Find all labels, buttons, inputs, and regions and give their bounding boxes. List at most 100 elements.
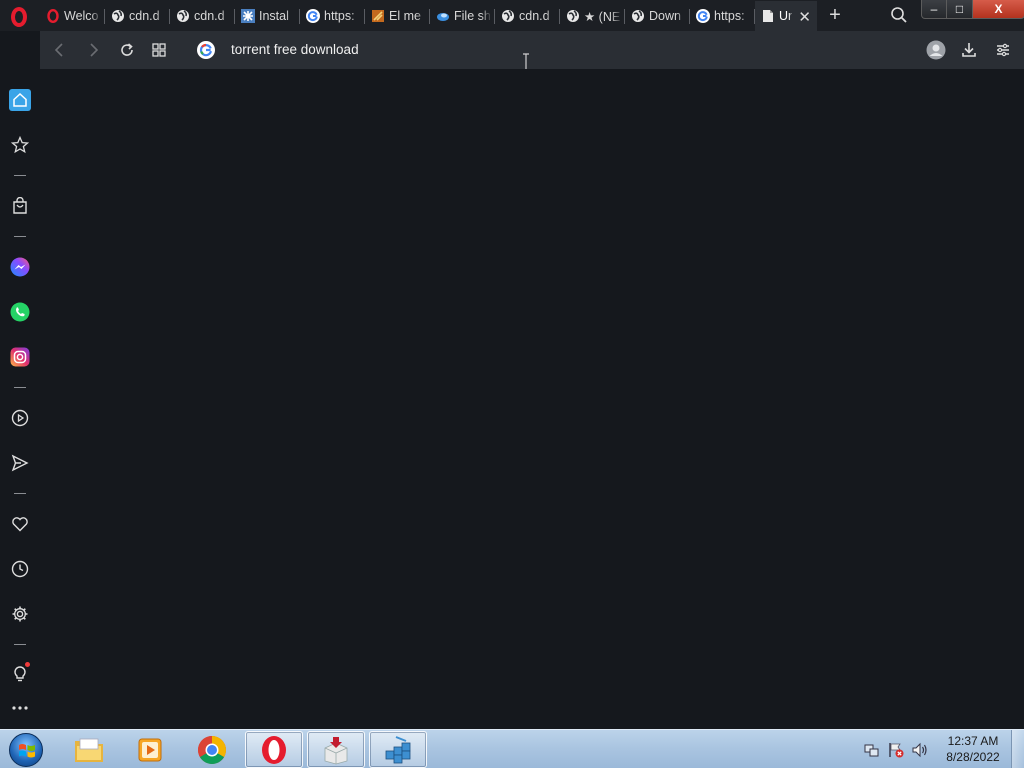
minimize-button[interactable]: –: [921, 0, 947, 19]
sidebar-divider: [14, 175, 26, 176]
globe-icon: [111, 9, 125, 23]
window-controls: – □ X: [921, 0, 1024, 20]
taskbar-registry-editor[interactable]: [369, 731, 427, 768]
tab[interactable]: El me: [365, 1, 430, 31]
globe-icon: [176, 9, 190, 23]
sidebar-divider: [14, 387, 26, 388]
clock-time: 12:37 AM: [947, 734, 999, 748]
tab[interactable]: Welco: [40, 1, 105, 31]
tab-title: Welco: [64, 9, 99, 23]
tab[interactable]: cdn.d: [495, 1, 560, 31]
tab-title: https:: [324, 9, 355, 23]
media-player-icon: [138, 738, 162, 761]
history-clock-icon[interactable]: [8, 557, 32, 581]
taskbar-installer[interactable]: [307, 731, 365, 768]
tab-active[interactable]: Ur ✕: [755, 1, 817, 31]
globe-icon: [566, 9, 580, 23]
more-options-icon[interactable]: [8, 696, 32, 720]
tab[interactable]: Down: [625, 1, 690, 31]
sidebar-divider: [14, 493, 26, 494]
forward-icon[interactable]: [83, 40, 103, 60]
tab[interactable]: Instal: [235, 1, 300, 31]
taskbar-chrome[interactable]: [183, 731, 241, 768]
system-tray: [862, 738, 930, 762]
my-flow-send-icon[interactable]: [8, 451, 32, 475]
windows-logo-icon: [9, 732, 43, 767]
tab-title: https:: [714, 9, 745, 23]
whatsapp-icon[interactable]: [8, 300, 32, 324]
tips-lightbulb-icon[interactable]: [8, 662, 32, 686]
google-search-icon: [197, 41, 215, 59]
reload-icon[interactable]: [117, 40, 137, 60]
tab[interactable]: https:: [300, 1, 365, 31]
sidebar: [0, 69, 40, 729]
profile-avatar-icon[interactable]: [926, 40, 946, 60]
taskbar: 12:37 AM 8/28/2022: [0, 729, 1024, 768]
bookmarks-icon[interactable]: [8, 133, 32, 157]
sidebar-divider: [14, 236, 26, 237]
page-icon: [761, 9, 775, 23]
tab-strip: Welco cdn.d cdn.d Instal https: El me Fi…: [0, 0, 1024, 31]
new-tab-button[interactable]: +: [824, 4, 846, 26]
taskbar-windows-explorer[interactable]: [60, 731, 118, 768]
tab-title: cdn.d: [129, 9, 160, 23]
shopping-bag-icon[interactable]: [8, 194, 32, 218]
player-icon[interactable]: [8, 406, 32, 430]
volume-icon[interactable]: [910, 740, 930, 760]
show-desktop-button[interactable]: [1011, 730, 1024, 768]
back-icon[interactable]: [50, 40, 70, 60]
opera-logo-icon: [11, 7, 27, 27]
cloud-icon: [436, 9, 450, 23]
close-tab-icon[interactable]: ✕: [798, 8, 811, 26]
maximize-button[interactable]: □: [947, 0, 973, 19]
tab[interactable]: File sh: [430, 1, 495, 31]
puzzle-icon: [241, 9, 255, 23]
start-button[interactable]: [5, 731, 47, 768]
installer-box-icon: [324, 736, 348, 764]
tab-title: Instal: [259, 9, 289, 23]
easy-setup-icon[interactable]: [993, 40, 1013, 60]
tab-title: El me: [389, 9, 421, 23]
close-window-button[interactable]: X: [973, 0, 1024, 19]
tab-title: cdn.d: [519, 9, 550, 23]
opera-icon: [262, 735, 286, 764]
globe-icon: [631, 9, 645, 23]
instagram-icon[interactable]: [8, 345, 32, 369]
heart-icon[interactable]: [8, 512, 32, 536]
sidebar-divider: [14, 644, 26, 645]
tab-title: cdn.d: [194, 9, 225, 23]
tab[interactable]: ★ (NE: [560, 1, 625, 31]
tab-title: Down: [649, 9, 681, 23]
tab-title: File sh: [454, 9, 491, 23]
taskbar-media-player[interactable]: [121, 731, 179, 768]
registry-editor-icon: [385, 735, 411, 763]
tab[interactable]: https:: [690, 1, 755, 31]
opera-menu-button[interactable]: [6, 4, 32, 30]
tab-snapshot-grid-icon[interactable]: [149, 40, 169, 60]
chrome-icon: [198, 735, 226, 764]
speed-dial-home-icon[interactable]: [9, 89, 31, 111]
address-input[interactable]: torrent free download: [231, 42, 359, 57]
site-icon: [371, 9, 385, 23]
tab-title: Ur: [779, 9, 793, 23]
search-tabs-icon[interactable]: [889, 5, 909, 25]
tab-list: Welco cdn.d cdn.d Instal https: El me Fi…: [40, 1, 817, 31]
network-icon[interactable]: [862, 740, 882, 760]
settings-gear-icon[interactable]: [8, 602, 32, 626]
google-icon: [696, 9, 710, 23]
clock-date: 8/28/2022: [946, 750, 1000, 764]
downloads-icon[interactable]: [959, 40, 979, 60]
folder-icon: [75, 738, 103, 762]
system-clock[interactable]: 12:37 AM 8/28/2022: [940, 733, 1006, 765]
page-content: [40, 69, 1024, 729]
opera-icon: [46, 9, 60, 23]
taskbar-opera[interactable]: [245, 731, 303, 768]
google-icon: [306, 9, 320, 23]
address-toolbar: torrent free download: [40, 31, 1024, 71]
tab[interactable]: cdn.d: [170, 1, 235, 31]
globe-icon: [501, 9, 515, 23]
screen: Welco cdn.d cdn.d Instal https: El me Fi…: [0, 0, 1024, 768]
action-center-flag-icon[interactable]: [886, 740, 906, 760]
tab[interactable]: cdn.d: [105, 1, 170, 31]
messenger-icon[interactable]: [8, 255, 32, 279]
